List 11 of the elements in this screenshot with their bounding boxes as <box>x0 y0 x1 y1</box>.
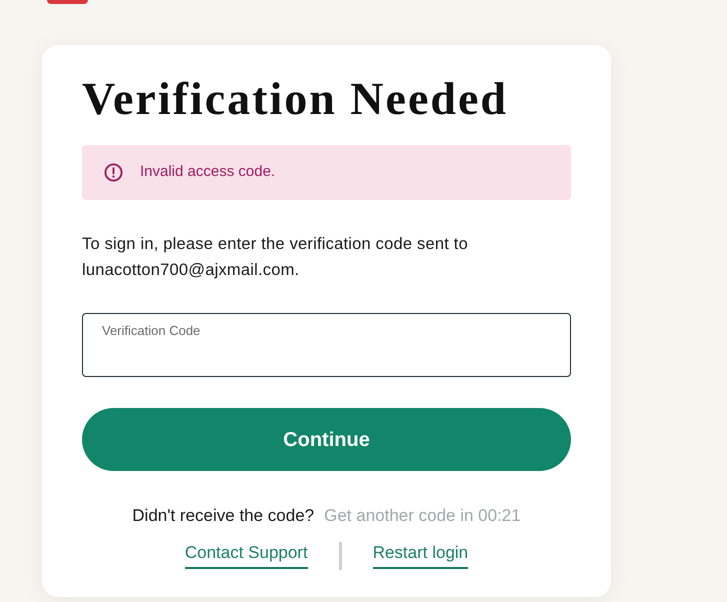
resend-prompt: Didn't receive the code? <box>132 506 314 526</box>
continue-button[interactable]: Continue <box>82 408 571 471</box>
footer-link[interactable]: Restart login <box>372 543 468 569</box>
logo-tile-icon <box>47 0 88 4</box>
alert-message: Invalid access code. <box>140 162 276 182</box>
field-label: Verification Code <box>102 323 202 338</box>
footer-link[interactable]: Contact Support <box>184 543 308 569</box>
alert-icon <box>104 163 123 182</box>
page-title: Verification Needed <box>82 73 509 125</box>
verification-code-field[interactable]: Verification Code <box>82 313 571 377</box>
instructions-text: To sign in, please enter the verification code sent to lunacotton700@ajxmail.com. <box>82 234 469 281</box>
